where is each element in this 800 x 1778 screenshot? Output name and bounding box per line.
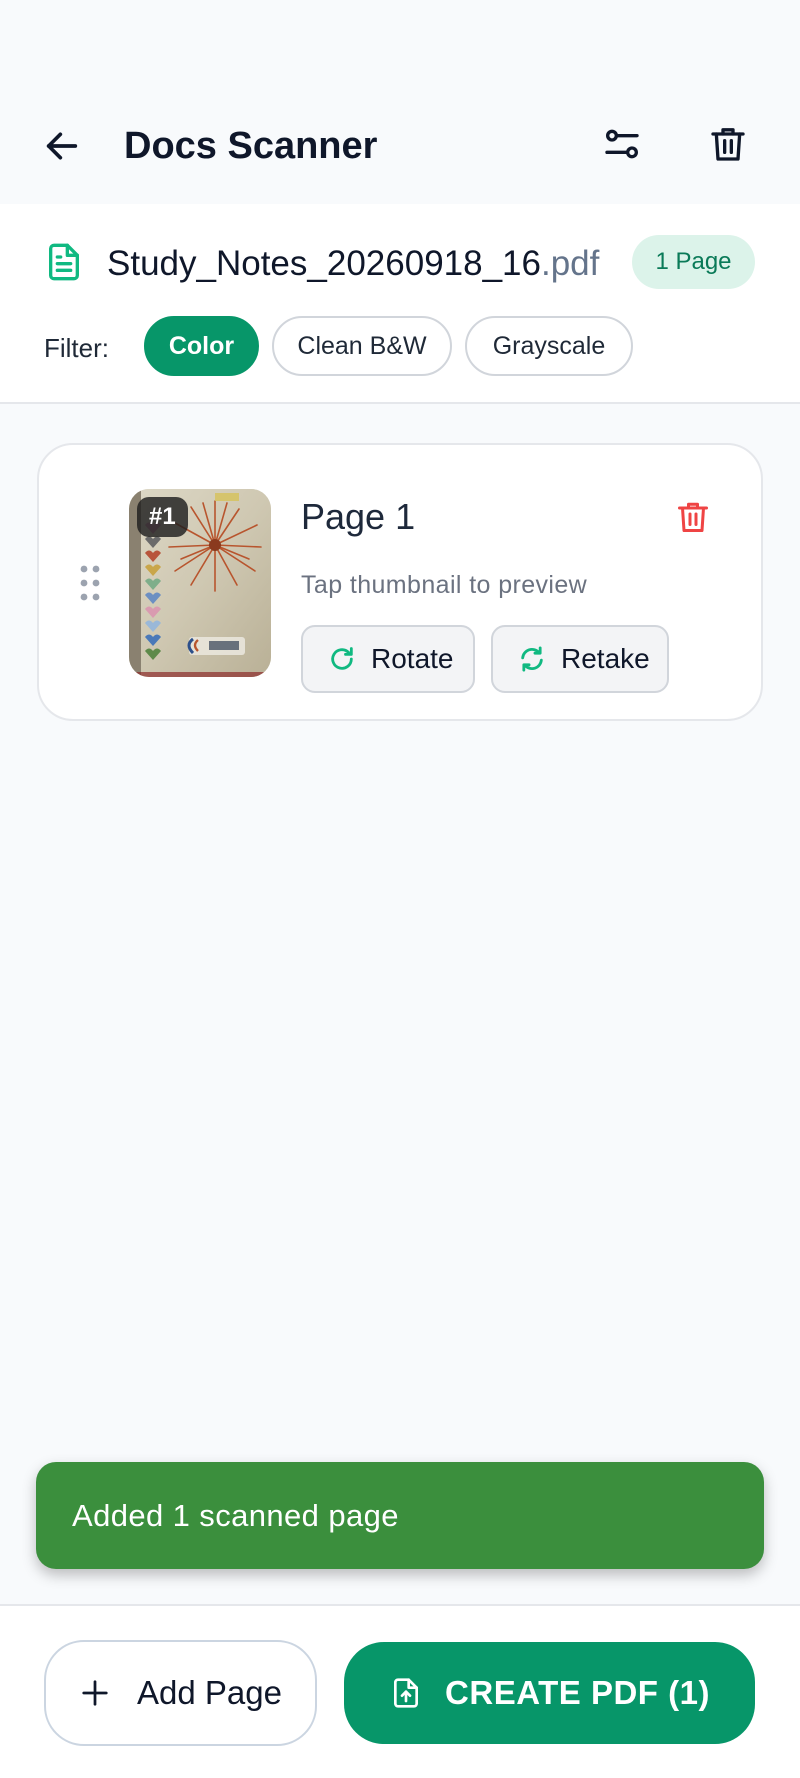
filter-label: Filter: — [44, 333, 109, 363]
add-page-label: Add Page — [137, 1674, 282, 1711]
toast-message: Added 1 scanned page — [36, 1462, 764, 1569]
file-text-icon — [49, 243, 80, 281]
add-page-button[interactable]: Add Page — [44, 1640, 317, 1746]
filter-settings-button[interactable] — [596, 118, 648, 170]
rotate-button[interactable]: Rotate — [301, 625, 475, 693]
filename-base: Study_Notes_20260918_16 — [107, 244, 541, 283]
rotate-icon — [327, 644, 357, 674]
plus-icon — [79, 1677, 111, 1709]
back-button[interactable] — [38, 122, 86, 170]
create-pdf-button[interactable]: CREATE PDF (1) — [344, 1642, 755, 1744]
retake-button[interactable]: Retake — [491, 625, 669, 693]
filter-chip-clean-bw[interactable]: Clean B&W — [272, 316, 452, 376]
filter-chip-color[interactable]: Color — [144, 316, 259, 376]
status-bar — [0, 0, 800, 100]
arrow-left-icon — [46, 132, 78, 160]
rotate-label: Rotate — [371, 643, 454, 674]
page-number-badge: #1 — [137, 497, 188, 537]
create-pdf-label: CREATE PDF (1) — [445, 1674, 710, 1711]
app-bar: Docs Scanner — [0, 100, 800, 204]
trash-icon — [678, 502, 708, 532]
filename-extension: .pdf — [540, 244, 600, 283]
page-count-badge: 1 Page — [632, 235, 755, 289]
delete-document-button[interactable] — [702, 118, 754, 170]
page-thumbnail[interactable]: #1 — [129, 489, 271, 677]
page-title-label: Page 1 — [301, 496, 416, 537]
bottom-action-bar: Add Page CREATE PDF (1) — [0, 1604, 800, 1778]
refresh-icon — [517, 644, 547, 674]
preview-hint: Tap thumbnail to preview — [301, 571, 588, 599]
document-filename[interactable]: Study_Notes_20260918_16.pdf — [107, 242, 599, 286]
file-upload-icon — [389, 1673, 423, 1713]
page-title: Docs Scanner — [124, 125, 378, 167]
trash-icon — [711, 128, 745, 161]
document-panel: Study_Notes_20260918_16.pdf 1 Page Filte… — [0, 204, 800, 404]
page-card: #1 Page 1 Tap thumbnail to preview Rotat… — [37, 443, 763, 721]
delete-page-button[interactable] — [669, 493, 717, 541]
retake-label: Retake — [561, 643, 650, 674]
tune-icon — [605, 129, 639, 159]
drag-handle-icon[interactable] — [77, 563, 103, 603]
filter-chip-grayscale[interactable]: Grayscale — [465, 316, 633, 376]
